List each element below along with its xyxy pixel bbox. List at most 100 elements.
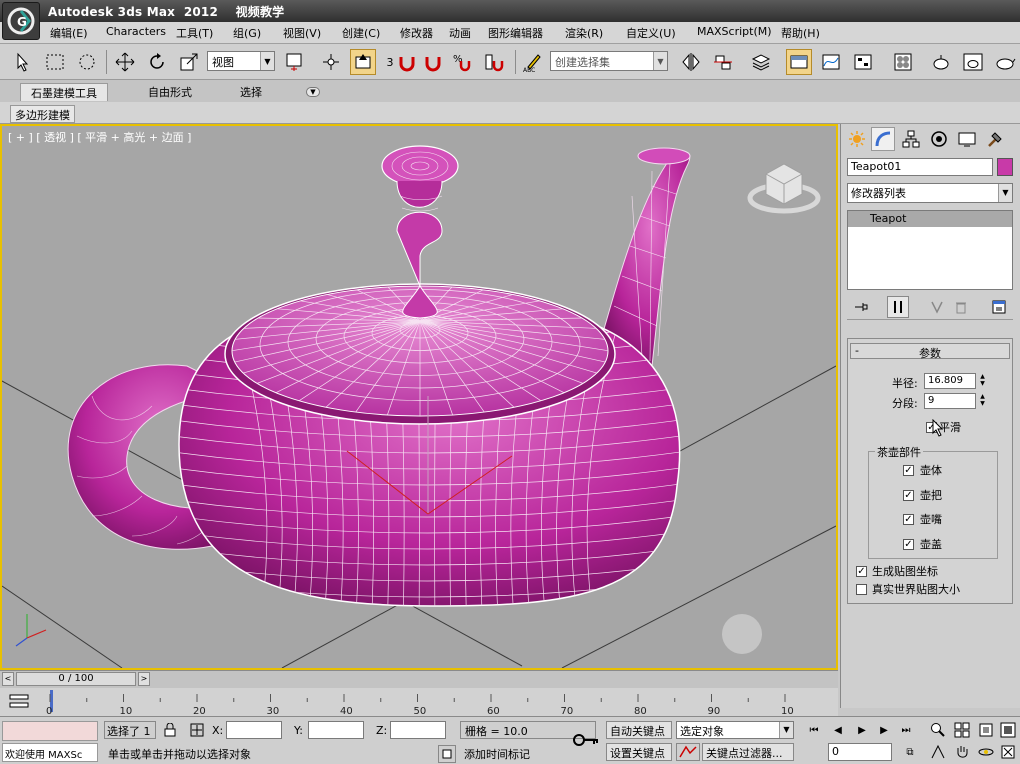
tab-graphite-modeling[interactable]: 石墨建模工具 [20, 83, 108, 101]
graphite-toolbar-toggle[interactable] [786, 49, 812, 75]
menu-views[interactable]: 视图(V) [283, 25, 321, 41]
radius-input[interactable]: 16.809 [924, 373, 976, 389]
maxscript-mini-listener[interactable]: 欢迎使用 MAXSc [2, 743, 98, 762]
menu-group[interactable]: 组(G) [233, 25, 261, 41]
radius-spinner[interactable]: ▲ ▼ [978, 373, 987, 389]
key-filters-button[interactable]: 关键点过滤器... [702, 743, 794, 761]
configure-modifier-sets-button[interactable] [989, 297, 1009, 317]
render-setup-button[interactable] [928, 49, 954, 75]
mirror-button[interactable] [678, 49, 704, 75]
make-unique-button[interactable] [927, 297, 947, 317]
rendered-frame-window-button[interactable] [960, 49, 986, 75]
generate-mapping-checkbox[interactable]: ✓ [856, 565, 867, 577]
goto-start-button[interactable]: ⏮ [804, 721, 824, 739]
menu-help[interactable]: 帮助(H) [781, 25, 820, 41]
tab-freeform[interactable]: 自由形式 [138, 83, 202, 101]
tab-polygon-modeling[interactable]: 多边形建模 [10, 105, 75, 123]
real-world-map-checkbox[interactable] [856, 583, 867, 595]
segments-spinner[interactable]: ▲ ▼ [978, 393, 987, 409]
tab-selection[interactable]: 选择 [230, 83, 272, 101]
object-color-swatch[interactable] [997, 158, 1013, 176]
next-key-button[interactable]: ▶ [874, 721, 894, 739]
zoom-button[interactable] [928, 721, 948, 739]
rect-selection-button[interactable] [42, 49, 68, 75]
zoom-all-button[interactable] [952, 721, 972, 739]
part-body-checkbox[interactable]: ✓ [903, 464, 914, 476]
part-body-option[interactable]: ✓ 壶体 [903, 462, 942, 478]
set-key-icon-button[interactable] [570, 725, 602, 755]
layer-manager-button[interactable] [748, 49, 774, 75]
play-button[interactable]: ▶ [852, 721, 872, 739]
angle-snap-button[interactable] [420, 49, 446, 75]
x-coordinate-input[interactable] [226, 721, 282, 739]
spinner-snap-button[interactable] [482, 49, 508, 75]
show-end-result-button[interactable] [887, 296, 909, 318]
select-object-button[interactable] [10, 49, 36, 75]
part-spout-option[interactable]: ✓ 壶嘴 [903, 511, 942, 527]
current-frame-input[interactable]: 0 [828, 743, 892, 761]
tab-create[interactable] [845, 127, 869, 151]
viewcube[interactable] [747, 163, 821, 214]
selection-lock-toggle[interactable] [162, 721, 178, 739]
next-frame-button[interactable]: > [138, 672, 150, 686]
generate-mapping-option[interactable]: ✓ 生成贴图坐标 [856, 563, 938, 579]
segments-input[interactable]: 9 [924, 393, 976, 409]
goto-end-button[interactable]: ⏭ [896, 721, 916, 739]
remove-modifier-button[interactable] [951, 297, 971, 317]
tab-display[interactable] [955, 127, 979, 151]
window-crossing-button[interactable] [74, 49, 100, 75]
time-tag-toggle[interactable] [438, 745, 456, 763]
real-world-map-option[interactable]: 真实世界贴图大小 [856, 581, 960, 597]
part-handle-option[interactable]: ✓ 壶把 [903, 487, 942, 503]
time-slider-thumb[interactable]: 0 / 100 [16, 672, 136, 686]
menu-characters[interactable]: Characters [106, 25, 166, 38]
perspective-viewport[interactable]: [ + ] [ 透视 ] [ 平滑 + 高光 + 边面 ] [0, 124, 838, 670]
menu-edit[interactable]: 编辑(E) [50, 25, 88, 41]
part-lid-option[interactable]: ✓ 壶盖 [903, 536, 942, 552]
material-editor-button[interactable] [890, 49, 916, 75]
ribbon-options-button[interactable]: ▼ [306, 87, 320, 97]
viewport-label[interactable]: [ + ] [ 透视 ] [ 平滑 + 高光 + 边面 ] [8, 129, 191, 145]
rollout-header[interactable]: - 参数 [850, 343, 1010, 360]
edit-named-selection-button[interactable]: ABC [520, 49, 546, 75]
menu-create[interactable]: 创建(C) [342, 25, 380, 41]
reference-coord-dropdown[interactable]: 视图 ▼ [207, 51, 275, 71]
menu-tools[interactable]: 工具(T) [176, 25, 213, 41]
part-handle-checkbox[interactable]: ✓ [903, 489, 914, 501]
zoom-extents-all-button[interactable] [998, 721, 1018, 739]
maxscript-listener-field[interactable] [2, 721, 98, 741]
z-coordinate-input[interactable] [390, 721, 446, 739]
stack-item-teapot[interactable]: Teapot [848, 211, 1012, 227]
set-key-button[interactable]: 设置关键点 [606, 743, 672, 761]
orbit-button[interactable] [976, 743, 996, 761]
tab-motion[interactable] [927, 127, 951, 151]
pin-stack-button[interactable] [851, 297, 871, 317]
render-production-button[interactable] [992, 49, 1018, 75]
menu-rendering[interactable]: 渲染(R) [565, 25, 603, 41]
pivot-button[interactable] [281, 49, 307, 75]
align-button[interactable] [710, 49, 736, 75]
rotate-button[interactable] [144, 49, 170, 75]
mini-curve-editor-button[interactable] [6, 692, 32, 712]
modifier-list-dropdown[interactable]: 修改器列表 ▼ [847, 183, 1013, 203]
prev-key-button[interactable]: ◀ [828, 721, 848, 739]
maximize-viewport-button[interactable] [998, 743, 1018, 761]
pan-view-button[interactable] [952, 743, 972, 761]
menu-modifiers[interactable]: 修改器 [400, 25, 433, 41]
track-bar[interactable]: 0 10 20 30 40 50 60 70 80 90 100 [0, 688, 838, 716]
tab-modify[interactable] [871, 127, 895, 151]
menu-customize[interactable]: 自定义(U) [626, 25, 676, 41]
menu-maxscript[interactable]: MAXScript(M) [697, 25, 772, 38]
default-tangent-button[interactable] [676, 743, 700, 761]
snap-toggle-button[interactable]: 3 [386, 49, 418, 75]
tab-utilities[interactable] [983, 127, 1007, 151]
curve-editor-button[interactable] [818, 49, 844, 75]
time-config-button[interactable]: ⧉ [900, 743, 920, 761]
part-spout-checkbox[interactable]: ✓ [903, 513, 914, 525]
tab-hierarchy[interactable] [899, 127, 923, 151]
part-lid-checkbox[interactable]: ✓ [903, 538, 914, 550]
auto-key-button[interactable]: 自动关键点 [606, 721, 672, 739]
keyboard-shortcut-override-button[interactable] [350, 49, 376, 75]
prev-frame-button[interactable]: < [2, 672, 14, 686]
menu-animation[interactable]: 动画 [449, 25, 471, 41]
